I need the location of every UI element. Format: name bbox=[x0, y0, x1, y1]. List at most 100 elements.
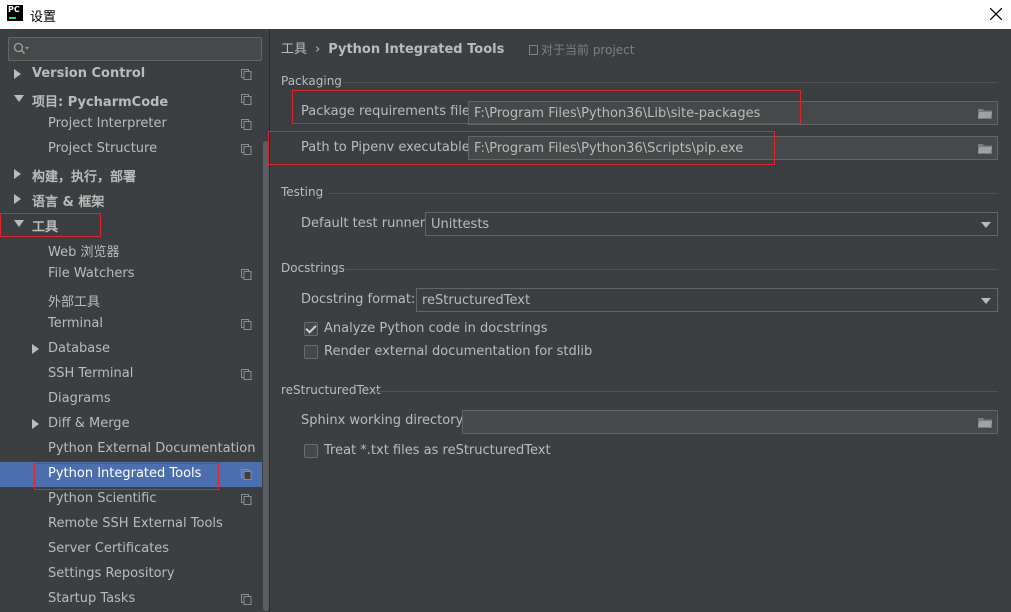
settings-sidebar: Version Control 项目: PycharmCode Project In… bbox=[0, 29, 270, 612]
sidebar-item-label: Terminal bbox=[48, 316, 103, 331]
sphinx-directory-field[interactable] bbox=[462, 410, 998, 434]
folder-icon[interactable] bbox=[978, 107, 992, 119]
test-runner-dropdown[interactable]: Unittests bbox=[425, 212, 998, 236]
project-scope-icon bbox=[241, 369, 252, 380]
test-runner-label: Default test runner: bbox=[301, 216, 430, 231]
highlight-tools bbox=[0, 213, 101, 237]
project-scope-icon bbox=[241, 494, 252, 505]
sidebar-item-label: 外部工具 bbox=[48, 295, 101, 310]
sidebar-item-label: SSH Terminal bbox=[48, 366, 134, 381]
sidebar-item-label: Diff & Merge bbox=[48, 416, 130, 431]
sidebar-item-label: Settings Repository bbox=[48, 566, 175, 581]
sidebar-item-label: Python Scientific bbox=[48, 491, 157, 506]
page-title: Python Integrated Tools bbox=[328, 42, 505, 57]
docstring-format-dropdown[interactable]: reStructuredText bbox=[416, 288, 998, 312]
highlight-requirements-file bbox=[292, 90, 801, 124]
sidebar-item-label: Web 浏览器 bbox=[48, 245, 120, 260]
chevron-down-icon[interactable] bbox=[14, 95, 24, 102]
sidebar-item-label: 语言 & 框架 bbox=[32, 195, 105, 210]
sidebar-item[interactable]: Settings Repository bbox=[0, 562, 262, 587]
sidebar-item-label: Project Structure bbox=[48, 141, 158, 156]
sidebar-item[interactable]: Database bbox=[0, 337, 262, 362]
chevron-right-icon[interactable] bbox=[14, 69, 21, 79]
docstring-format-value: reStructuredText bbox=[422, 293, 531, 308]
scrollbar-thumb[interactable] bbox=[263, 141, 269, 611]
breadcrumb-separator: › bbox=[315, 42, 321, 57]
section-docstrings: Docstrings bbox=[281, 261, 345, 275]
sidebar-item[interactable]: SSH Terminal bbox=[0, 362, 262, 387]
sidebar-item[interactable]: Project Structure bbox=[0, 137, 262, 162]
sidebar-item[interactable]: Server Certificates bbox=[0, 537, 262, 562]
highlight-python-integrated-tools bbox=[34, 463, 219, 490]
settings-content: 工具 › Python Integrated Tools 对于当前 project … bbox=[268, 29, 1011, 612]
sidebar-item-label: Startup Tasks bbox=[48, 591, 136, 606]
sidebar-item[interactable]: Project Interpreter bbox=[0, 112, 262, 137]
treat-txt-label[interactable]: Treat *.txt files as reStructuredText bbox=[324, 443, 551, 458]
analyze-docstrings-label[interactable]: Analyze Python code in docstrings bbox=[324, 321, 547, 336]
divider bbox=[343, 82, 998, 83]
close-icon bbox=[990, 8, 1002, 20]
project-scope-icon bbox=[241, 469, 252, 480]
divider bbox=[374, 391, 998, 392]
sidebar-item[interactable]: Web 浏览器 bbox=[0, 237, 262, 262]
sidebar-item-label: Python External Documentation bbox=[48, 441, 256, 456]
chevron-right-icon[interactable] bbox=[14, 194, 21, 204]
chevron-down-icon bbox=[981, 222, 991, 228]
sidebar-item[interactable]: Terminal bbox=[0, 312, 262, 337]
project-scope-icon bbox=[241, 594, 252, 605]
folder-icon[interactable] bbox=[978, 142, 992, 154]
project-scope-icon bbox=[241, 269, 252, 280]
sidebar-item[interactable]: Startup Tasks bbox=[0, 587, 262, 612]
sidebar-item-label: Version Control bbox=[32, 66, 146, 81]
project-scope-icon bbox=[241, 94, 252, 105]
folder-icon[interactable] bbox=[978, 416, 992, 428]
breadcrumb: 工具 › Python Integrated Tools bbox=[281, 38, 504, 57]
sidebar-item-label: Project Interpreter bbox=[48, 116, 167, 131]
search-input[interactable] bbox=[8, 37, 262, 61]
treat-txt-checkbox[interactable] bbox=[304, 444, 318, 458]
sidebar-item[interactable]: Remote SSH External Tools bbox=[0, 512, 262, 537]
sidebar-item[interactable]: File Watchers bbox=[0, 262, 262, 287]
breadcrumb-parent[interactable]: 工具 bbox=[281, 42, 307, 57]
sidebar-item[interactable]: Python External Documentation bbox=[0, 437, 262, 462]
section-testing: Testing bbox=[281, 185, 324, 199]
scope-note: 对于当前 project bbox=[529, 41, 634, 58]
sidebar-item[interactable]: 项目: PycharmCode bbox=[0, 87, 262, 112]
project-scope-icon bbox=[241, 69, 252, 80]
sidebar-scrollbar[interactable] bbox=[262, 29, 269, 612]
sidebar-item-label: Remote SSH External Tools bbox=[48, 516, 223, 531]
chevron-down-icon bbox=[981, 298, 991, 304]
section-packaging: Packaging bbox=[281, 74, 342, 88]
sidebar-item[interactable]: 语言 & 框架 bbox=[0, 187, 262, 212]
sidebar-item[interactable]: Python Scientific bbox=[0, 487, 262, 512]
sidebar-item-label: 构建，执行，部署 bbox=[32, 170, 137, 185]
search-icon bbox=[13, 42, 29, 55]
sidebar-item[interactable]: Diff & Merge bbox=[0, 412, 262, 437]
sphinx-directory-label: Sphinx working directory: bbox=[301, 413, 467, 428]
chevron-right-icon[interactable] bbox=[32, 344, 39, 354]
sidebar-item[interactable]: 外部工具 bbox=[0, 287, 262, 312]
analyze-docstrings-checkbox[interactable] bbox=[304, 322, 318, 336]
scope-note-text: 对于当前 project bbox=[541, 43, 635, 57]
project-scope-icon bbox=[241, 144, 252, 155]
copy-icon bbox=[529, 45, 538, 55]
close-button[interactable] bbox=[981, 0, 1011, 29]
app-icon-text: PC bbox=[8, 5, 20, 14]
sidebar-item-label: Server Certificates bbox=[48, 541, 170, 556]
sidebar-item-label: File Watchers bbox=[48, 266, 135, 281]
highlight-pipenv-path bbox=[268, 131, 775, 165]
pycharm-logo-icon: PC bbox=[7, 5, 23, 21]
sidebar-item-label: Database bbox=[48, 341, 111, 356]
sidebar-item[interactable]: Diagrams bbox=[0, 387, 262, 412]
project-scope-icon bbox=[241, 319, 252, 330]
sidebar-item[interactable]: Version Control bbox=[0, 62, 262, 87]
sidebar-item-label: Diagrams bbox=[48, 391, 111, 406]
chevron-right-icon[interactable] bbox=[32, 419, 39, 429]
chevron-right-icon[interactable] bbox=[14, 169, 21, 179]
render-stdlib-docs-label[interactable]: Render external documentation for stdlib bbox=[324, 344, 592, 359]
project-scope-icon bbox=[241, 119, 252, 130]
sidebar-item[interactable]: 构建，执行，部署 bbox=[0, 162, 262, 187]
render-stdlib-docs-checkbox[interactable] bbox=[304, 345, 318, 359]
section-restructuredtext: reStructuredText bbox=[281, 383, 381, 397]
window-title: 设置 bbox=[30, 10, 57, 25]
